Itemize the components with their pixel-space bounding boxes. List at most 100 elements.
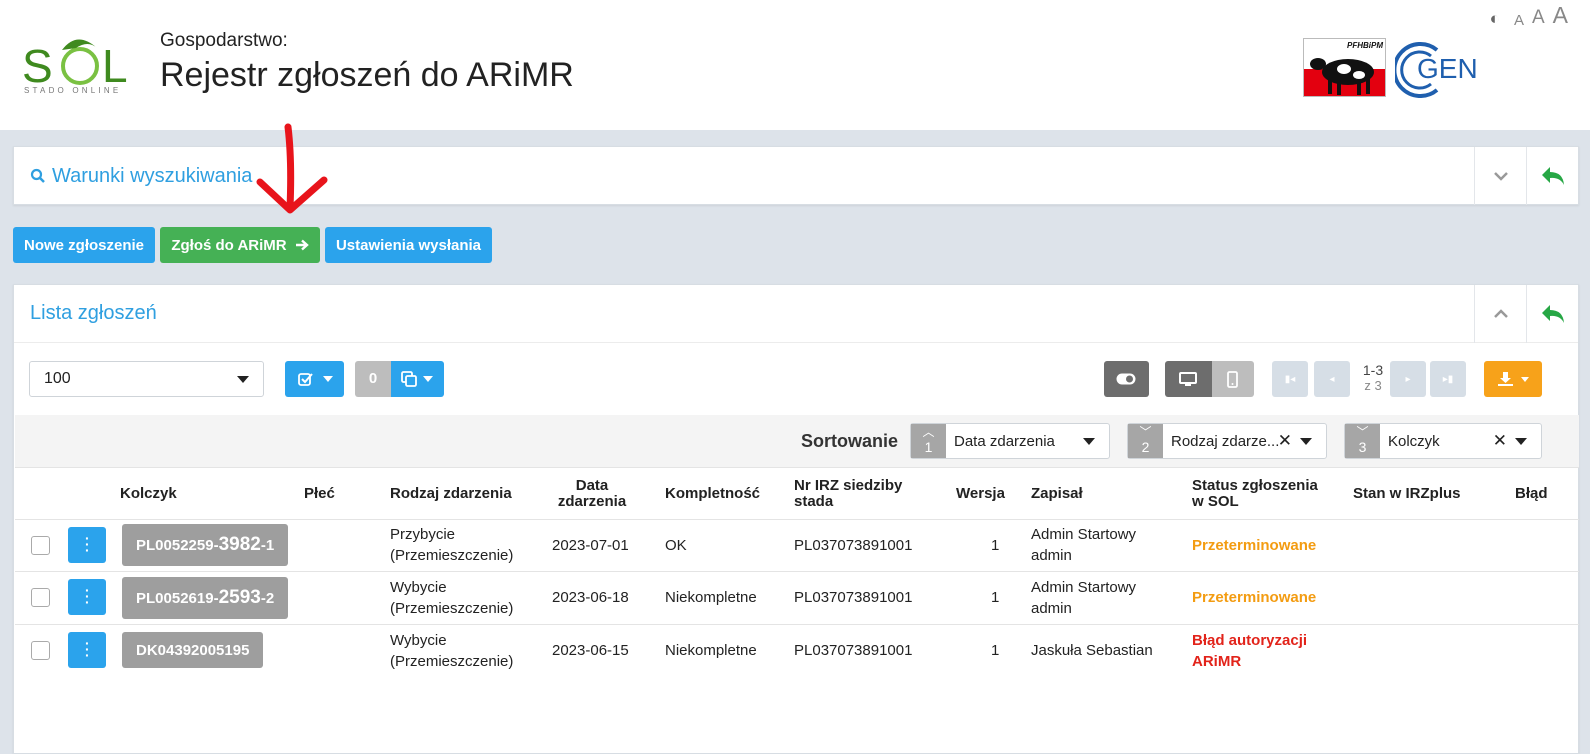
table-row: · · · DK04392005195 Wybycie (Przemieszczeni… (15, 624, 1579, 677)
column-header-saved-by[interactable]: Zapisał (1031, 486, 1083, 502)
pfhbipm-logo-text: PFHBiPM (1347, 41, 1383, 50)
contrast-icon[interactable]: ◐ (1490, 9, 1500, 29)
caret-down-icon (323, 376, 333, 382)
column-header-completeness[interactable]: Kompletność (665, 486, 760, 502)
sort-field-2[interactable]: ﹀ 2 Rodzaj zdarze... ✕ (1127, 423, 1327, 459)
prev-page-button[interactable]: ◂ (1314, 361, 1350, 397)
row-checkbox[interactable] (31, 588, 50, 607)
sorting-label: Sortowanie (801, 431, 899, 451)
row-checkbox[interactable] (31, 641, 50, 660)
first-page-button[interactable]: ▮◂ (1272, 361, 1308, 397)
page-header: S L STADO ONLINE Gospodarstwo: Rejestr z… (0, 0, 1590, 130)
cell-saved-by: Admin Startowy admin (1031, 577, 1136, 619)
sort-direction-button[interactable]: ︿ 1 (911, 424, 946, 458)
check-square-icon (298, 373, 313, 386)
caret-down-icon (423, 376, 433, 382)
ear-tag-prefix: DK04392005195 (136, 641, 250, 659)
column-header-version[interactable]: Wersja (956, 486, 1005, 502)
select-actions-button[interactable] (285, 361, 344, 397)
page-title: Rejestr zgłoszeń do ARiMR (160, 56, 574, 94)
cell-line: Przybycie (390, 526, 456, 543)
cell-event-type: Wybycie (Przemieszczenie) (390, 577, 513, 619)
cell-line: Wybycie (390, 632, 447, 649)
collapse-toggle-button[interactable] (1474, 147, 1526, 205)
new-report-label: Nowe zgłoszenie (23, 236, 145, 254)
send-to-arimr-button[interactable]: Zgłoś do ARiMR (160, 227, 320, 263)
ear-tag-badge[interactable]: DK04392005195 (122, 632, 264, 668)
sort-order-number: 3 (1358, 439, 1367, 455)
status-text: Błąd autoryzacji (1192, 632, 1308, 649)
font-size-medium-button[interactable]: A (1532, 7, 1545, 29)
ear-tag-badge[interactable]: PL0052259- 3982 -1 (122, 524, 289, 566)
column-header-irz[interactable]: Nr IRZ siedziby stada (794, 478, 902, 510)
list-panel-header[interactable]: Lista zgłoszeń (14, 285, 1578, 343)
chevron-up-icon (1493, 309, 1508, 318)
ear-tag-main: 2593 (218, 587, 261, 608)
search-icon (30, 168, 45, 183)
pagination-total: z 3 (1364, 378, 1382, 393)
column-header-irz-state[interactable]: Stan w IRZplus (1353, 486, 1461, 502)
chevron-down-icon: ﹀ (1356, 425, 1369, 439)
mobile-view-button[interactable] (1212, 361, 1254, 397)
row-checkbox[interactable] (31, 536, 50, 555)
export-button[interactable] (1484, 361, 1542, 397)
desktop-view-button[interactable] (1165, 361, 1212, 397)
ear-tag-suffix: -1 (260, 536, 275, 554)
sort-direction-button[interactable]: ﹀ 3 (1345, 424, 1380, 458)
pagination-info: 1-3 z 3 (1356, 363, 1390, 394)
search-panel-title: Warunki wyszukiwania (52, 164, 253, 187)
column-header-status[interactable]: Status zgłoszenia w SOL (1192, 478, 1318, 510)
copy-actions-button[interactable] (391, 361, 444, 397)
column-header-ear-tag[interactable]: Kolczyk (120, 486, 177, 502)
clear-sort-icon[interactable]: ✕ (1278, 431, 1292, 451)
cell-line: Admin Startowy (1031, 579, 1137, 596)
font-size-small-button[interactable]: A (1514, 12, 1524, 29)
cell-saved-by: Jaskuła Sebastian (1031, 642, 1153, 659)
row-menu-button[interactable]: · · · (68, 579, 106, 615)
back-button[interactable] (1526, 285, 1578, 343)
arrow-right-icon (295, 239, 309, 251)
vertical-ellipsis-icon: · · · (85, 635, 90, 663)
search-panel-header[interactable]: Warunki wyszukiwania (14, 147, 1578, 205)
back-button[interactable] (1526, 147, 1578, 205)
status-text: ARiMR (1192, 653, 1242, 670)
cell-irz: PL037073891001 (794, 642, 913, 659)
cell-line: (Przemieszczenie) (390, 653, 514, 670)
row-menu-button[interactable]: · · · (68, 527, 106, 563)
desktop-icon (1179, 372, 1197, 386)
svg-text:GEN: GEN (1417, 53, 1478, 84)
chevron-up-icon: ︿ (922, 425, 935, 439)
accessibility-controls: ◐ A A A (1490, 2, 1568, 29)
column-header-sex[interactable]: Płeć (304, 486, 335, 502)
row-menu-button[interactable]: · · · (68, 632, 106, 668)
ear-tag-prefix: PL0052619- (136, 589, 219, 607)
last-page-button[interactable]: ▸▮ (1430, 361, 1466, 397)
selected-count-badge: 0 (355, 361, 391, 397)
column-header-error[interactable]: Błąd (1515, 486, 1548, 502)
ear-tag-main: 3982 (218, 534, 261, 555)
cell-completeness: OK (665, 537, 687, 554)
sort-direction-button[interactable]: ﹀ 2 (1128, 424, 1163, 458)
cell-irz: PL037073891001 (794, 537, 913, 554)
cell-line: Admin Startowy (1031, 526, 1137, 543)
list-panel-title: Lista zgłoszeń (30, 302, 157, 324)
next-page-button[interactable]: ▸ (1390, 361, 1426, 397)
mobile-icon (1227, 371, 1238, 388)
new-report-button[interactable]: Nowe zgłoszenie (13, 227, 155, 263)
collapse-toggle-button[interactable] (1474, 285, 1526, 343)
page-size-select[interactable]: 100 (29, 361, 264, 397)
column-header-event-type[interactable]: Rodzaj zdarzenia (390, 486, 512, 502)
sort-field-1[interactable]: ︿ 1 Data zdarzenia (910, 423, 1110, 459)
font-size-large-button[interactable]: A (1553, 2, 1568, 29)
ear-tag-badge[interactable]: PL0052619- 2593 -2 (122, 577, 289, 619)
caret-down-icon (1300, 438, 1312, 445)
send-settings-button[interactable]: Ustawienia wysłania (325, 227, 492, 263)
sort-field-3[interactable]: ﹀ 3 Kolczyk ✕ (1344, 423, 1542, 459)
clear-sort-icon[interactable]: ✕ (1493, 431, 1507, 451)
column-header-event-date[interactable]: Data zdarzenia (555, 478, 629, 510)
cell-line: Wybycie (390, 579, 447, 596)
toggle-view-button[interactable] (1104, 361, 1149, 397)
pfhbipm-logo: PFHBiPM (1303, 38, 1386, 97)
sort-order-number: 1 (924, 439, 933, 455)
caret-down-icon (1521, 377, 1529, 382)
